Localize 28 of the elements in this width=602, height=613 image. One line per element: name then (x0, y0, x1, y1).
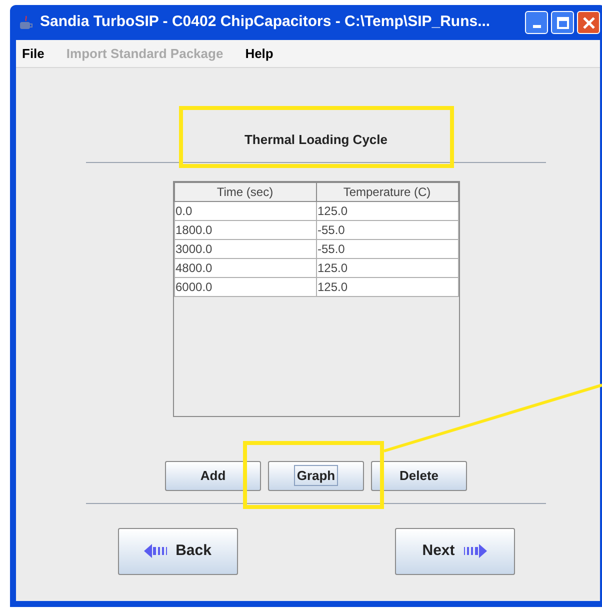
table-cell: 4800.0 (174, 258, 316, 277)
close-button[interactable] (577, 11, 600, 34)
menu-item[interactable]: File (22, 44, 44, 64)
minimize-button[interactable] (525, 11, 548, 34)
table-cell: 3000.0 (174, 239, 316, 258)
menu-item[interactable]: Help (245, 44, 274, 64)
table-cell: -55.0 (316, 239, 458, 258)
section-heading: Thermal Loading Cycle (244, 131, 388, 149)
close-icon (582, 16, 594, 28)
coffee-cup-icon (18, 14, 34, 30)
minimize-icon (532, 25, 540, 28)
table-cell: 1800.0 (174, 220, 316, 239)
action-button[interactable]: Delete (371, 460, 467, 490)
next-button[interactable]: Next (394, 528, 514, 574)
table-cell: -55.0 (316, 220, 458, 239)
table-cell: 6000.0 (174, 277, 316, 296)
table-cell: 125.0 (316, 201, 458, 220)
table-cell: 0.0 (174, 201, 316, 220)
maximize-icon (556, 16, 568, 28)
table-cell: 125.0 (316, 258, 458, 277)
column-header[interactable]: Temperature (C) (316, 182, 458, 201)
table-cell: 125.0 (316, 277, 458, 296)
maximize-button[interactable] (551, 11, 574, 34)
back-button[interactable]: Back (118, 528, 238, 574)
action-button[interactable]: Graph (268, 460, 364, 490)
window-title: Sandia TurboSIP - C0402 ChipCapacitors - C:\Temp\SIP_Runs... (40, 12, 492, 32)
column-header[interactable]: Time (sec) (174, 182, 316, 201)
action-button[interactable]: Add (165, 460, 261, 490)
